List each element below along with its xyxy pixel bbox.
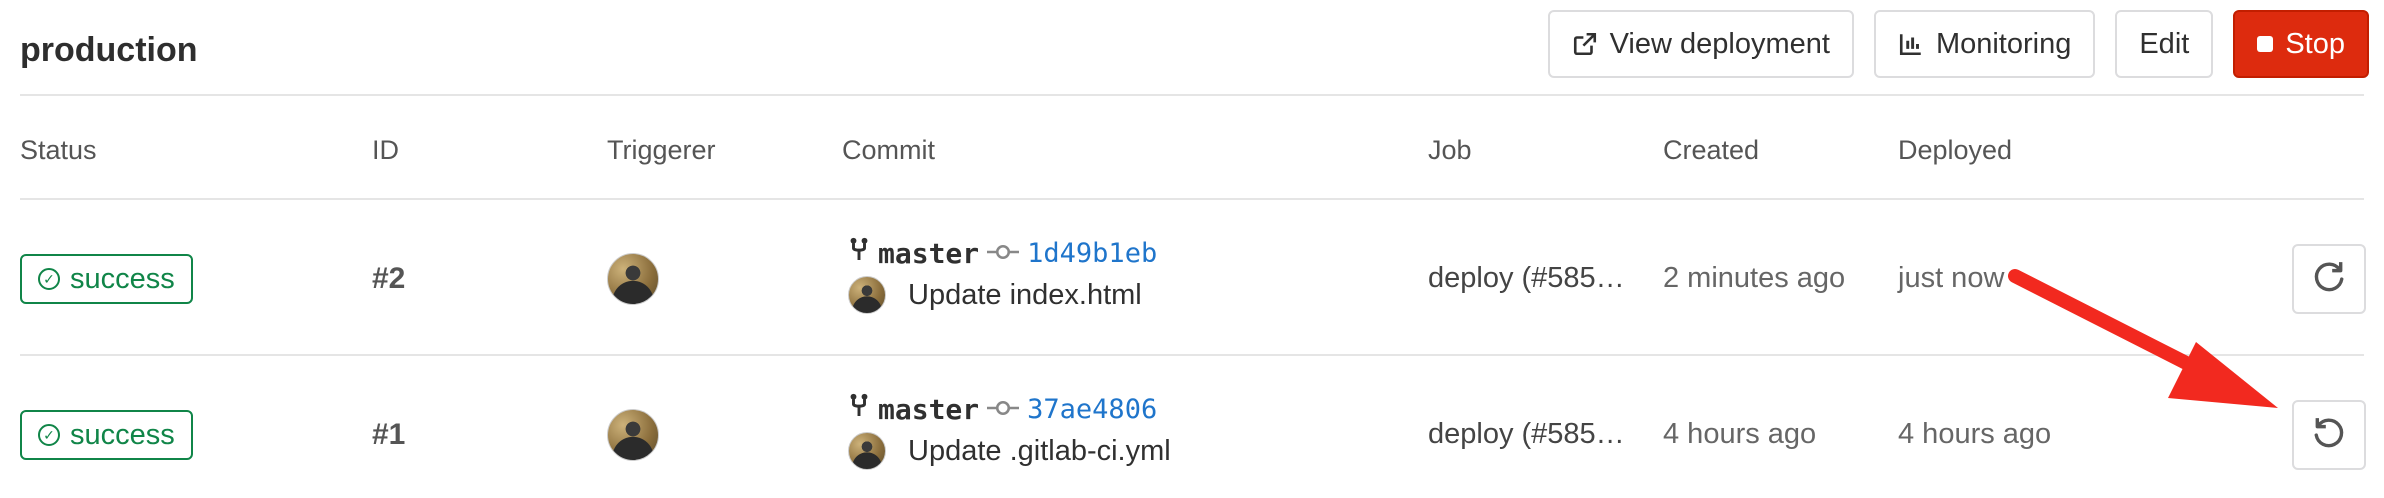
annotation-arrow: [2008, 269, 2278, 408]
deployments-page: production View deployment Monitoring Ed…: [0, 0, 2384, 498]
